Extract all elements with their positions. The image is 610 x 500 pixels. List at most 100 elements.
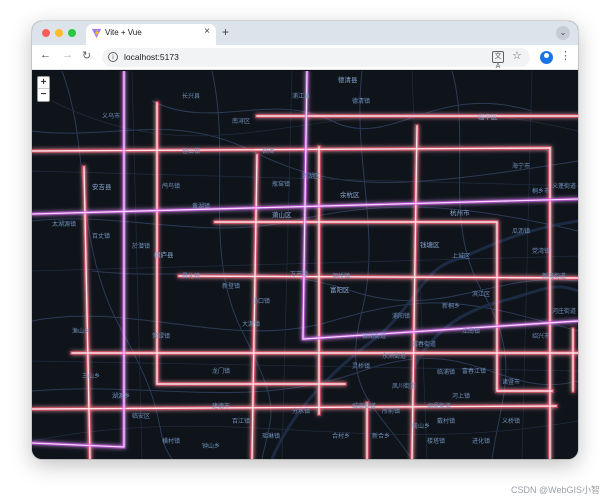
map-place-label: 义蓬街道 bbox=[552, 183, 577, 190]
map-place-label: 海宁市 bbox=[512, 163, 531, 170]
network-lines bbox=[32, 71, 578, 459]
map-place-label: 南浔区 bbox=[232, 118, 251, 125]
map-place-label: 绍兴市 bbox=[532, 333, 551, 340]
tab-close-icon[interactable]: × bbox=[204, 26, 210, 37]
map-place-label: 滨江区 bbox=[472, 291, 491, 298]
map-place-label: 场口镇 bbox=[252, 298, 271, 305]
map-place-label: 新登镇 bbox=[222, 283, 241, 290]
tab-search-icon[interactable]: ⌄ bbox=[556, 26, 570, 40]
map-place-label: 分水镇 bbox=[292, 408, 311, 415]
map-place-label: 西湖区 bbox=[302, 173, 321, 180]
map-place-label: 湖源乡 bbox=[112, 393, 131, 400]
site-info-icon[interactable]: i bbox=[108, 52, 118, 62]
map-place-label: 太湖源镇 bbox=[52, 221, 77, 228]
map-place-label: 义乌市 bbox=[102, 113, 121, 120]
browser-toolbar: ← → ↻ i localhost:5173 文A ☆ ⋮ bbox=[32, 45, 578, 70]
map-canvas[interactable]: + − 德清县临平区余杭区杭州市富阳区 桐庐县 萧山区钱塘区 安吉县临安区 上城区 西湖区… bbox=[32, 71, 578, 459]
map-place-label: 灵桥镇 bbox=[352, 363, 371, 370]
map-place-label: 渔山乡 bbox=[72, 328, 91, 335]
map-place-label: 杭州市 bbox=[450, 209, 470, 217]
map-place-label: 百江镇 bbox=[232, 418, 251, 425]
map-place-label: 新合乡 bbox=[372, 433, 391, 440]
map-place-label: 昌化镇 bbox=[182, 273, 201, 280]
map-place-label: 戴村镇 bbox=[437, 418, 456, 425]
zoom-in-button[interactable]: + bbox=[38, 77, 49, 89]
map-place-label: 银湖街道 bbox=[362, 333, 387, 340]
close-window-button[interactable] bbox=[42, 29, 50, 37]
back-icon[interactable]: ← bbox=[40, 49, 51, 61]
profile-avatar-icon[interactable] bbox=[540, 51, 553, 64]
reload-icon[interactable]: ↻ bbox=[82, 49, 91, 62]
bookmark-star-icon[interactable]: ☆ bbox=[512, 49, 522, 62]
new-tab-button[interactable]: + bbox=[222, 25, 229, 39]
map-place-label: 所前镇 bbox=[382, 408, 401, 415]
map-place-label: 上城区 bbox=[452, 253, 471, 260]
forward-icon[interactable]: → bbox=[62, 49, 73, 61]
map-place-label: 常绿镇 bbox=[152, 333, 171, 340]
map-place-label: 凤川街道 bbox=[392, 383, 417, 390]
map-place-label: 闻堰街道 bbox=[427, 403, 452, 410]
map-place-label: 合村乡 bbox=[332, 433, 351, 440]
map-place-label: 新桐乡 bbox=[442, 303, 461, 310]
map-place-label: 临浦镇 bbox=[437, 369, 456, 376]
map-place-label: 百丈镇 bbox=[92, 233, 111, 240]
map-place-label: 瓶窑镇 bbox=[272, 181, 291, 188]
menu-kebab-icon[interactable]: ⋮ bbox=[560, 49, 571, 62]
map-place-label: 於潜镇 bbox=[132, 243, 151, 250]
map-place-label: 富阳区 bbox=[330, 286, 350, 294]
map-place-label: 洞桥镇 bbox=[332, 273, 351, 280]
map-place-label: 德清镇 bbox=[352, 98, 371, 105]
map-place-label: 河庄街道 bbox=[552, 308, 577, 315]
map-place-label: 党湾镇 bbox=[532, 248, 551, 255]
tab-title: Vite + Vue bbox=[105, 28, 142, 37]
map-place-label: 新湾街道 bbox=[542, 273, 567, 280]
address-bar[interactable]: i localhost:5173 文A ☆ bbox=[102, 48, 530, 70]
map-place-label: 临安区 bbox=[132, 413, 151, 420]
url-text[interactable]: localhost:5173 bbox=[124, 52, 179, 62]
map-place-label: 桐乡市 bbox=[532, 188, 551, 195]
map-place-label: 横村镇 bbox=[162, 438, 181, 445]
map-place-label: 长兴县 bbox=[182, 93, 201, 100]
map-place-label: 义桥镇 bbox=[502, 418, 521, 425]
map-place-label: 城南街道 bbox=[352, 403, 377, 410]
map-place-label: 萧山区 bbox=[272, 211, 292, 219]
map-place-label: 桐庐县 bbox=[154, 251, 174, 259]
map-place-label: 江南镇 bbox=[462, 328, 481, 335]
map-place-label: 径山镇 bbox=[182, 148, 201, 155]
map-place-label: 黄湖镇 bbox=[192, 203, 211, 210]
map-place-label: 浦江县 bbox=[292, 93, 311, 100]
watermark: CSDN @WebGIS小智 bbox=[511, 485, 600, 495]
map-place-label: 安吉县 bbox=[92, 183, 112, 191]
map-place-label: 富春街道 bbox=[412, 341, 437, 348]
zoom-control: + − bbox=[37, 76, 50, 102]
map-place-label: 瑶琳镇 bbox=[262, 433, 281, 440]
map-place-label: 万市镇 bbox=[290, 271, 309, 278]
zoom-out-button[interactable]: − bbox=[38, 89, 49, 101]
tab-bar: Vite + Vue × + ⌄ bbox=[32, 21, 578, 45]
map-place-label: 诸暨市 bbox=[502, 379, 521, 386]
map-svg bbox=[32, 71, 578, 459]
map-place-label: 楼塔镇 bbox=[427, 438, 446, 445]
map-place-label: 临平区 bbox=[478, 113, 498, 121]
map-place-label: 良渚 bbox=[262, 148, 275, 155]
translate-icon[interactable]: 文A bbox=[492, 51, 504, 70]
map-place-label: 钱塘区 bbox=[420, 241, 440, 249]
map-place-label: 进化镇 bbox=[472, 438, 491, 445]
map-place-label: 莪山乡 bbox=[412, 423, 431, 430]
map-place-label: 龙门镇 bbox=[212, 368, 231, 375]
map-place-label: 瓜沥镇 bbox=[512, 228, 531, 235]
map-place-label: 浦阳镇 bbox=[392, 313, 411, 320]
minimize-window-button[interactable] bbox=[55, 29, 63, 37]
map-place-label: 建德市 bbox=[212, 403, 231, 410]
map-place-label: 余杭区 bbox=[340, 191, 360, 199]
map-place-label: 大源镇 bbox=[242, 321, 261, 328]
map-place-label: 德清县 bbox=[338, 76, 358, 84]
tab-vite-vue[interactable]: Vite + Vue × bbox=[86, 24, 216, 45]
map-place-label: 富春江镇 bbox=[462, 368, 487, 375]
vite-logo-icon bbox=[91, 28, 102, 39]
map-place-label: 河上镇 bbox=[452, 393, 471, 400]
map-place-label: 鸬鸟镇 bbox=[162, 183, 181, 190]
browser-window: Vite + Vue × + ⌄ ← → ↻ i localhost:5173 … bbox=[32, 21, 578, 459]
map-place-label: 三山乡 bbox=[82, 373, 101, 380]
maximize-window-button[interactable] bbox=[68, 29, 76, 37]
